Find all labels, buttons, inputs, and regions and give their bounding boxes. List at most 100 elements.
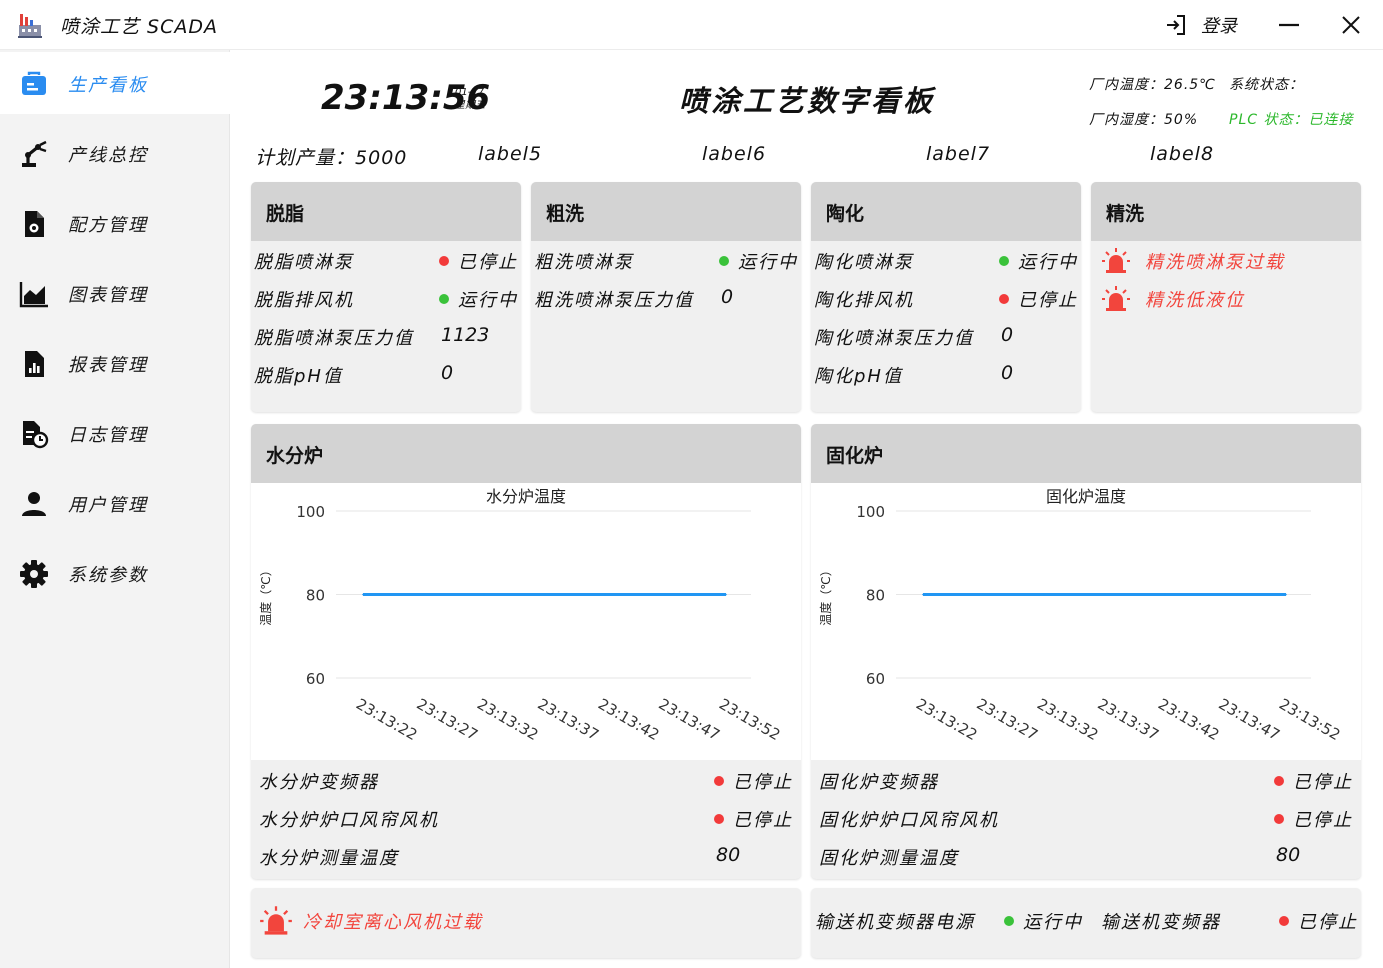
close-button[interactable] [1336,10,1366,40]
data-point [1285,593,1287,596]
data-point [982,593,985,596]
rough-wash-pump-label: 粗洗喷淋泵 [534,252,634,273]
login-label: 登录 [1201,16,1237,37]
x-tick-label: 23:13:42 [1155,695,1222,744]
curing-oven-temperature-chart: 固化炉温度温度（℃）608010023:13:2223:13:2723:13:3… [818,487,1343,744]
temperature-readout: 厂内温度：26.5℃ [1089,74,1216,94]
x-tick-label: 23:13:27 [414,695,481,744]
status-dot [714,776,724,786]
sidebar-item-label: 系统参数 [68,565,148,586]
close-icon [1342,16,1360,34]
degrease-pump-status: 已停止 [439,248,518,274]
y-axis-label: 温度（℃） [258,564,273,625]
sidebar-item-label: 用户管理 [68,495,148,516]
panel-title: 陶化 [826,203,865,225]
sidebar-item-charts[interactable]: 图表管理 [0,262,230,324]
sidebar-item-logs[interactable]: 日志管理 [0,402,230,464]
conveyor-inverter-label: 输送机变频器 [1101,912,1221,933]
moisture-oven-chart: 水分炉温度 温度（℃） 60 80 100 23:13:22 23:13:27 23:13:3… [251,483,801,760]
conveyor-inverter-status: 已停止 [1279,908,1358,934]
fine-wash-panel: 精洗 精洗喷淋泵过载 精洗低液位 [1091,182,1361,412]
planned-output: 计划产量：5000 [255,143,407,170]
degrease-fan-label: 脱脂排风机 [254,290,354,311]
fine-wash-low-level-alarm: 精洗低液位 [1101,284,1245,314]
ceramic-pump-label: 陶化喷淋泵 [814,252,914,273]
moisture-oven-panel: 水分炉 水分炉温度 温度（℃） 60 80 100 23:13:22 23:13:27 23:… [251,424,801,879]
curing-oven-panel: 固化炉 固化炉温度 温度（℃） 60 80 100 23:13:22 23:13:27 23:… [811,424,1361,879]
plc-status: PLC 状态：已连接 [1229,109,1353,129]
plc-status-label: PLC 状态： [1229,112,1309,128]
status-text: 运行中 [1018,252,1078,273]
status-dot [999,256,1009,266]
area-chart-icon [19,282,48,308]
alarm-light-icon [1102,248,1130,273]
panel-title: 精洗 [1106,203,1145,225]
ceramic-pressure-value: 0 [1001,324,1014,346]
sidebar-item-recipe[interactable]: 配方管理 [0,192,230,254]
status-dot [999,294,1009,304]
status-text: 已停止 [1293,772,1353,793]
chart-title: 水分炉温度 [486,487,566,506]
cooling-room-panel: 冷却室离心风机过载 [251,888,801,958]
x-tick-label: 23:13:37 [535,695,602,744]
x-tick-label: 23:13:27 [974,695,1041,744]
page-title: 喷涂工艺数字看板 [679,84,936,118]
status-text: 已停止 [733,810,793,831]
label5: label5 [478,143,543,165]
sidebar-item-users[interactable]: 用户管理 [0,472,230,534]
x-tick-label: 23:13:52 [1276,695,1343,744]
label8: label8 [1150,143,1215,165]
alarm-text: 精洗喷淋泵过载 [1145,252,1285,273]
curing-oven-temp-value: 80 [1276,844,1301,866]
data-point [664,593,667,596]
panel-header: 精洗 [1091,182,1361,241]
login-button[interactable]: 登录 [1163,12,1237,38]
cooling-fan-overload-alarm: 冷却室离心风机过载 [259,904,483,938]
user-icon [22,492,46,516]
status-dot [714,814,724,824]
degrease-pump-label: 脱脂喷淋泵 [254,252,354,273]
planned-output-label: 计划产量： [255,147,356,169]
y-tick-label: 100 [296,503,325,521]
data-point [1103,593,1106,596]
sidebar-item-system-params[interactable]: 系统参数 [0,542,230,604]
sidebar-item-reports[interactable]: 报表管理 [0,332,230,394]
status-dot [439,294,449,304]
degrease-ph-value: 0 [441,362,454,384]
status-text: 运行中 [458,290,518,311]
moisture-oven-temp-label: 水分炉测量温度 [259,848,399,869]
status-text: 已停止 [458,252,518,273]
sidebar-item-line-control[interactable]: 产线总控 [0,122,230,184]
moisture-oven-curtain-fan-label: 水分炉炉口风帘风机 [259,810,439,831]
recipe-file-gear-icon [25,211,44,237]
app-title: 喷涂工艺 SCADA [60,16,218,38]
rough-wash-pressure-label: 粗洗喷淋泵压力值 [534,290,694,311]
x-tick-label: 23:13:22 [913,695,980,744]
gear-icon [20,560,48,588]
plc-status-value: 已连接 [1308,112,1354,128]
degrease-pressure-value: 1123 [441,324,490,346]
login-icon [1167,15,1185,35]
current-date: 01-17 星期五 [455,86,485,112]
degrease-panel: 脱脂 脱脂喷淋泵 已停止 脱脂排风机 运行中 脱脂喷淋泵压力值 1123 脱脂p… [251,182,521,412]
label7: label7 [926,143,991,165]
conveyor-power-label: 输送机变频器电源 [815,912,975,933]
ceramic-pressure-label: 陶化喷淋泵压力值 [814,328,974,349]
panel-header: 脱脂 [251,182,521,241]
temperature-value: 26.5℃ [1164,77,1216,93]
status-text: 已停止 [1018,290,1078,311]
minimize-button[interactable] [1274,10,1304,40]
report-file-icon [25,351,44,377]
x-tick-label: 23:13:52 [716,695,783,744]
factory-logo-icon [18,14,42,38]
sidebar-item-production-board[interactable]: 生产看板 [0,52,230,114]
degrease-ph-label: 脱脂pH值 [254,366,343,387]
moisture-oven-temp-value: 80 [716,844,741,866]
status-text: 已停止 [733,772,793,793]
data-point [922,593,924,596]
x-tick-label: 23:13:32 [1034,695,1101,744]
system-status-label: 系统状态： [1229,77,1304,93]
temperature-label: 厂内温度： [1089,77,1164,93]
panel-title: 粗洗 [546,203,585,225]
panel-header: 固化炉 [811,424,1361,483]
